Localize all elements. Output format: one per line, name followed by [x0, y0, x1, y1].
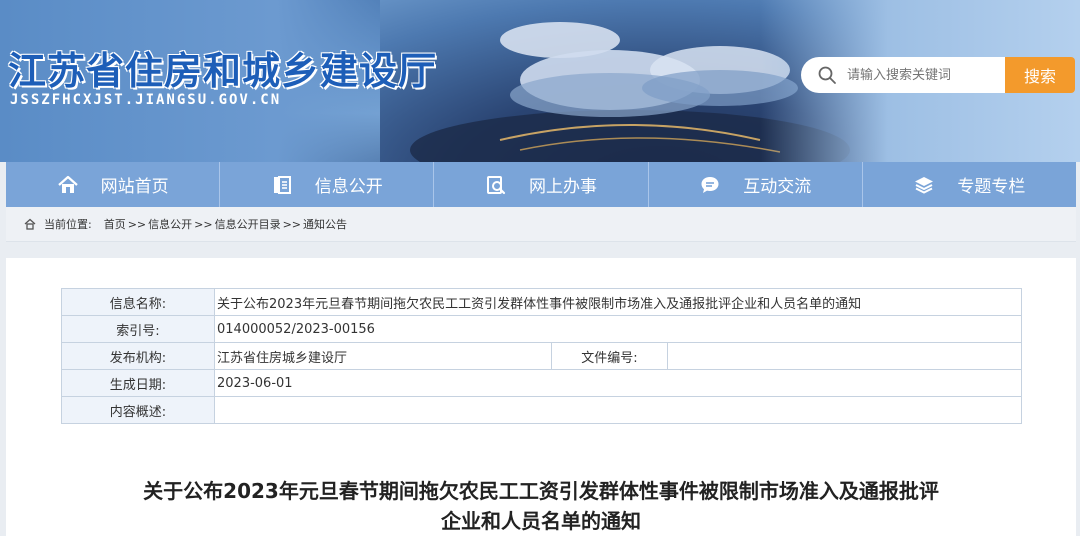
info-name-value: 关于公布2023年元旦春节期间拖欠农民工工资引发群体性事件被限制市场准入及通报批…: [214, 288, 1022, 316]
breadcrumb-separator: >>: [127, 217, 147, 231]
table-row: 内容概述:: [61, 396, 1022, 424]
home-icon: [57, 175, 78, 193]
search-input[interactable]: [845, 66, 999, 84]
search-box: [801, 57, 1005, 93]
breadcrumb: 当前位置: 首页 >> 信息公开 >> 信息公开目录 >> 通知公告: [6, 207, 1076, 242]
nav-item-label: 专题专栏: [957, 177, 1026, 197]
table-row: 发布机构: 江苏省住房城乡建设厅 文件编号:: [61, 342, 1022, 370]
layers-icon: [915, 176, 934, 194]
breadcrumb-separator: >>: [282, 217, 302, 231]
search-button[interactable]: 搜索: [1005, 57, 1075, 93]
summary-value: [214, 396, 1022, 424]
nav-item-label: 信息公开: [314, 177, 383, 197]
breadcrumb-prefix: 当前位置:: [44, 218, 92, 231]
document-title-line1: 关于公布2023年元旦春节期间拖欠农民工工资引发群体性事件被限制市场准入及通报批…: [143, 479, 939, 503]
site-url: JSSZFHCXJST.JIANGSU.GOV.CN: [10, 92, 282, 108]
chat-icon: [701, 176, 719, 193]
nav-item-home[interactable]: 网站首页: [6, 162, 221, 207]
index-number-label: 索引号:: [61, 315, 215, 343]
file-number-value: [667, 342, 1022, 370]
info-metadata-table: 信息名称: 关于公布2023年元旦春节期间拖欠农民工工资引发群体性事件被限制市场…: [61, 288, 1022, 424]
site-header: 江苏省住房和城乡建设厅 JSSZFHCXJST.JIANGSU.GOV.CN 搜…: [0, 0, 1080, 162]
nav-item-interaction[interactable]: 互动交流: [649, 162, 863, 207]
nav-item-special-topics[interactable]: 专题专栏: [863, 162, 1076, 207]
main-nav: 网站首页 信息公开 网上办事 互动交流 专题专栏: [6, 162, 1076, 207]
breadcrumb-link-home[interactable]: 首页: [104, 216, 126, 232]
document-title: 关于公布2023年元旦春节期间拖欠农民工工资引发群体性事件被限制市场准入及通报批…: [6, 476, 1076, 536]
breadcrumb-link-info-disclosure[interactable]: 信息公开: [148, 216, 192, 232]
document-icon: [273, 175, 291, 194]
site-title[interactable]: 江苏省住房和城乡建设厅: [8, 40, 437, 95]
table-row: 索引号: 014000052/2023-00156: [61, 315, 1022, 343]
nav-item-label: 网站首页: [100, 177, 169, 197]
table-row: 信息名称: 关于公布2023年元旦春节期间拖欠农民工工资引发群体性事件被限制市场…: [61, 288, 1022, 316]
date-value: 2023-06-01: [214, 369, 1022, 397]
nav-item-label: 互动交流: [743, 177, 812, 197]
publisher-value: 江苏省住房城乡建设厅: [214, 342, 552, 370]
nav-item-info-disclosure[interactable]: 信息公开: [220, 162, 435, 207]
table-row: 生成日期: 2023-06-01: [61, 369, 1022, 397]
location-home-icon: [24, 218, 36, 230]
summary-label: 内容概述:: [61, 396, 215, 424]
file-number-label: 文件编号:: [551, 342, 668, 370]
date-label: 生成日期:: [61, 369, 215, 397]
nav-item-label: 网上办事: [529, 177, 597, 197]
content-panel: 信息名称: 关于公布2023年元旦春节期间拖欠农民工工资引发群体性事件被限制市场…: [6, 258, 1076, 536]
info-name-label: 信息名称:: [61, 288, 215, 316]
breadcrumb-separator: >>: [194, 217, 213, 231]
publisher-label: 发布机构:: [61, 342, 215, 370]
document-title-line2: 企业和人员名单的通知: [441, 509, 641, 533]
search-doc-icon: [487, 175, 506, 194]
index-number-value: 014000052/2023-00156: [214, 315, 1022, 343]
search-icon: [818, 66, 836, 84]
nav-item-online-services[interactable]: 网上办事: [434, 162, 649, 207]
breadcrumb-link-info-catalog[interactable]: 信息公开目录: [215, 216, 281, 232]
breadcrumb-link-notices[interactable]: 通知公告: [303, 216, 347, 232]
